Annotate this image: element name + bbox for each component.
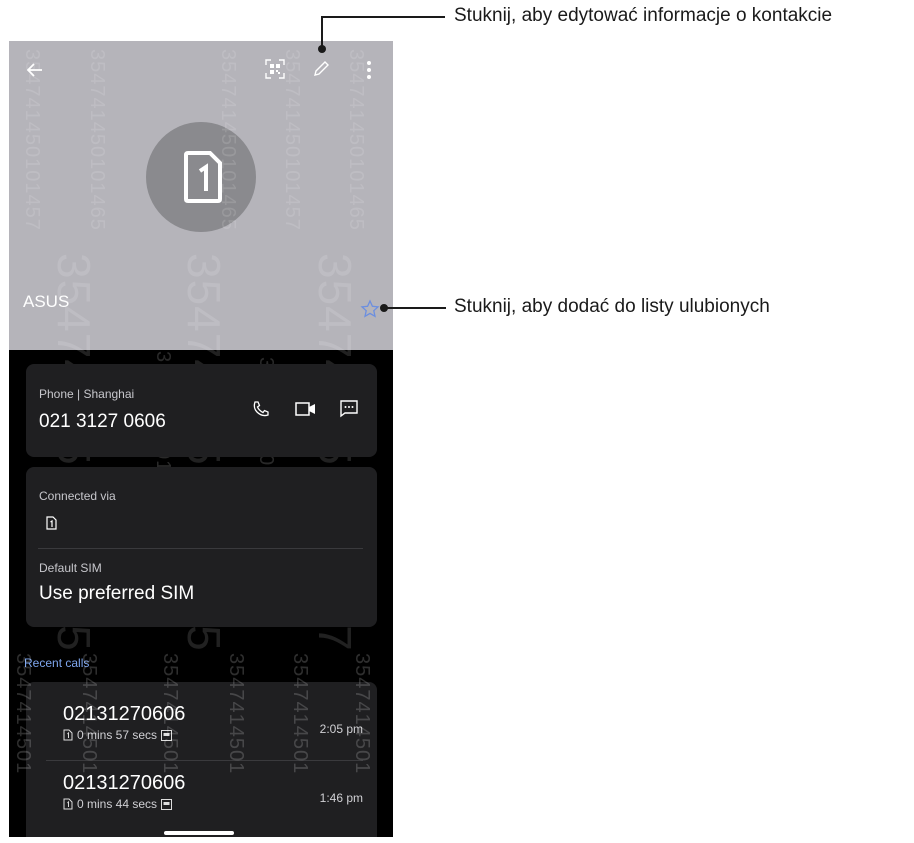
default-sim-value[interactable]: Use preferred SIM — [39, 583, 194, 605]
default-sim-label: Default SIM — [39, 561, 102, 575]
call-duration: 0 mins 44 secs — [63, 797, 173, 811]
call-time: 2:05 pm — [319, 722, 363, 736]
star-outline-icon[interactable] — [360, 299, 380, 319]
video-call-icon[interactable] — [295, 402, 317, 416]
gesture-nav-bar[interactable] — [164, 831, 234, 835]
phone-number[interactable]: 021 3127 0606 — [39, 411, 166, 433]
duration-text: 0 mins 57 secs — [77, 728, 158, 742]
phone-card[interactable]: Phone | Shanghai 021 3127 0606 — [26, 364, 377, 457]
recent-calls-title: Recent calls — [24, 656, 90, 670]
phone-screen: ASUS 354741450101457 354741450101465 354… — [9, 41, 393, 837]
back-arrow-icon[interactable] — [25, 60, 45, 80]
list-item[interactable]: 02131270606 0 mins 57 secs 2:05 pm — [26, 682, 377, 760]
qr-code-icon[interactable] — [265, 59, 285, 79]
edit-callout: Stuknij, aby edytować informacje o konta… — [454, 5, 833, 26]
sim-1-icon — [46, 516, 57, 530]
call-duration: 0 mins 57 secs — [63, 728, 173, 742]
connected-via-label: Connected via — [39, 489, 116, 503]
hd-call-icon — [161, 798, 173, 810]
phone-call-icon[interactable] — [252, 400, 270, 418]
contact-name: ASUS — [23, 292, 70, 311]
pencil-edit-icon[interactable] — [312, 60, 330, 78]
recent-calls-list: 02131270606 0 mins 57 secs 2:05 pm 02131… — [26, 682, 377, 837]
callout-line — [321, 16, 323, 48]
call-time: 1:46 pm — [319, 791, 363, 805]
list-item[interactable]: 02131270606 0 mins 44 secs 1:46 pm — [26, 761, 377, 837]
sim-card-1-icon — [184, 151, 222, 203]
callout-line — [321, 16, 445, 18]
contact-header: ASUS — [9, 41, 393, 350]
duration-text: 0 mins 44 secs — [77, 797, 158, 811]
avatar — [146, 122, 256, 232]
sim-1-icon — [63, 798, 73, 810]
phone-label: Phone | Shanghai — [39, 387, 135, 401]
more-vertical-icon[interactable] — [366, 60, 372, 80]
message-icon[interactable] — [339, 399, 359, 418]
call-number: 02131270606 — [63, 703, 186, 725]
callout-line — [384, 307, 446, 309]
favorite-callout: Stuknij, aby dodać do listy ulubionych — [454, 296, 770, 317]
sim-card-panel: Connected via Default SIM Use preferred … — [26, 467, 377, 627]
sim-1-icon — [63, 729, 73, 741]
call-number: 02131270606 — [63, 772, 186, 794]
divider — [38, 548, 363, 549]
hd-call-icon — [161, 729, 173, 741]
